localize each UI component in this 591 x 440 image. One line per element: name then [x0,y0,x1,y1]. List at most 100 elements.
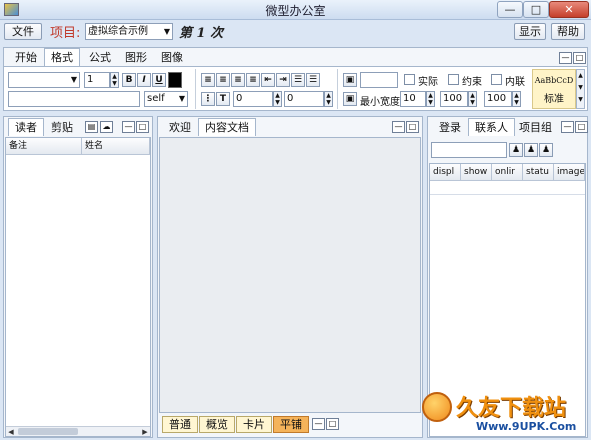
ribbon-body: ▼ 1 ▲ ▼ B I U self ▼ ≡ ≡ ≡ ≡ ⇤ ⇥ ☰ ☰ ⋮ T … [4,66,587,110]
list-view-icon[interactable]: ▤ [85,121,98,133]
panel-restore-icon[interactable]: □ [406,121,419,133]
column-status[interactable]: statu [523,164,554,181]
font-size-spinner[interactable]: ▲ ▼ [110,72,119,88]
ribbon-tab-formula[interactable]: 公式 [82,48,118,66]
actual-checkbox[interactable] [404,74,415,85]
panel-restore-icon[interactable]: □ [136,121,149,133]
add-contact-icon[interactable]: ♟ [509,143,523,157]
tab-project-group[interactable]: 项目组 [512,118,559,136]
view-tab-tile[interactable]: 平铺 [273,416,309,433]
ribbon-minimize-icon[interactable]: — [559,52,572,64]
paragraph-spacing-icon[interactable]: ☰ [306,73,320,87]
style-select[interactable]: self ▼ [144,91,188,107]
column-name[interactable]: 姓名 [82,138,150,155]
actual-label: 实际 [418,77,438,88]
tab-contacts[interactable]: 联系人 [468,118,515,136]
ribbon-restore-icon[interactable]: □ [573,52,586,64]
edit-contact-icon[interactable]: ♟ [524,143,538,157]
indent-increase-icon[interactable]: ⇥ [276,73,290,87]
ribbon: 开始 格式 公式 图形 图像 — □ ▼ 1 ▲ ▼ B I U self ▼ ≡… [3,47,588,111]
size-input[interactable] [360,72,398,88]
left-indent-spinner[interactable]: ▲ ▼ [273,91,282,107]
min-width-label: 最小宽度 [360,97,400,108]
text-indent-icon[interactable]: T [216,92,230,106]
column-image[interactable]: image [554,164,585,181]
constraint-label: 约束 [462,77,482,88]
min-width-spinner[interactable]: ▲ ▼ [426,91,435,107]
line-spacing-icon[interactable]: ☰ [291,73,305,87]
ribbon-tab-shape[interactable]: 图形 [118,48,154,66]
panel-minimize-icon[interactable]: — [122,121,135,133]
inline-checkbox[interactable] [491,74,502,85]
project-label: 项目: [50,26,81,41]
view-minimize-icon[interactable]: — [312,418,325,430]
ribbon-tab-image[interactable]: 图像 [154,48,190,66]
column-note[interactable]: 备注 [6,138,82,155]
scroll-left-icon[interactable]: ◀ [6,427,16,437]
value2-input[interactable]: 100 [440,91,468,107]
chevron-down-icon: ▼ [178,94,185,103]
constraint-checkbox[interactable] [448,74,459,85]
align-justify-icon[interactable]: ≡ [246,73,260,87]
horizontal-scrollbar[interactable]: ◀ ▶ [6,426,150,436]
bold-button[interactable]: B [122,73,136,87]
column-display[interactable]: displ [430,164,461,181]
left-indent-input[interactable]: 0 [233,91,273,107]
align-right-icon[interactable]: ≡ [231,73,245,87]
watermark-url: Www.9UPK.Com [476,420,577,433]
image-size-icon[interactable]: ▣ [343,73,357,87]
style-gallery-scroll[interactable]: ▲ ▼ ▼ [576,69,585,109]
bullet-list-icon[interactable]: ⋮ [201,92,215,106]
remove-contact-icon[interactable]: ♟ [539,143,553,157]
tab-content-document[interactable]: 内容文档 [198,118,256,136]
scroll-thumb[interactable] [18,428,78,435]
tab-clipboard[interactable]: 剪贴 [44,118,80,136]
view-tab-cards[interactable]: 卡片 [236,416,272,433]
style-name: 标准 [544,94,564,105]
value3-spinner[interactable]: ▲ ▼ [512,91,521,107]
scroll-right-icon[interactable]: ▶ [140,427,150,437]
value2-spinner[interactable]: ▲ ▼ [468,91,477,107]
right-indent-input[interactable]: 0 [284,91,324,107]
tab-login[interactable]: 登录 [432,118,468,136]
column-online[interactable]: onlir [492,164,523,181]
table-row[interactable] [430,181,585,195]
file-menu-button[interactable]: 文件 [4,23,42,40]
style-preview: AaBbCcD [534,76,574,85]
right-indent-spinner[interactable]: ▲ ▼ [324,91,333,107]
font-color-button[interactable] [168,72,182,88]
maximize-button[interactable]: □ [523,1,549,18]
help-button[interactable]: 帮助 [551,23,585,40]
indent-decrease-icon[interactable]: ⇤ [261,73,275,87]
column-show[interactable]: show [461,164,492,181]
style-gallery[interactable]: AaBbCcD 标准 [532,69,576,109]
text-input[interactable] [8,91,140,107]
underline-button[interactable]: U [152,73,166,87]
panel-restore-icon[interactable]: □ [575,121,588,133]
image-fit-icon[interactable]: ▣ [343,92,357,106]
view-tab-normal[interactable]: 普通 [162,416,198,433]
font-size-input[interactable]: 1 [84,72,110,88]
ribbon-tab-format[interactable]: 格式 [44,48,80,66]
italic-button[interactable]: I [137,73,151,87]
view-restore-icon[interactable]: □ [326,418,339,430]
ribbon-tab-start[interactable]: 开始 [8,48,44,66]
close-button[interactable]: ✕ [549,1,589,18]
font-family-select[interactable]: ▼ [8,72,80,88]
contact-search-input[interactable] [431,142,507,158]
align-center-icon[interactable]: ≡ [216,73,230,87]
tab-readers[interactable]: 读者 [8,118,44,136]
document-canvas[interactable] [159,137,421,413]
divider [195,69,196,109]
cloud-view-icon[interactable]: ☁ [100,121,113,133]
panel-minimize-icon[interactable]: — [392,121,405,133]
panel-minimize-icon[interactable]: — [561,121,574,133]
value3-input[interactable]: 100 [484,91,512,107]
project-select[interactable]: 虚拟综合示例 ▼ [85,23,173,40]
display-button[interactable]: 显示 [514,23,546,40]
align-left-icon[interactable]: ≡ [201,73,215,87]
tab-welcome[interactable]: 欢迎 [162,118,198,136]
min-width-input[interactable]: 10 [400,91,426,107]
view-tab-overview[interactable]: 概览 [199,416,235,433]
minimize-button[interactable]: — [497,1,523,18]
